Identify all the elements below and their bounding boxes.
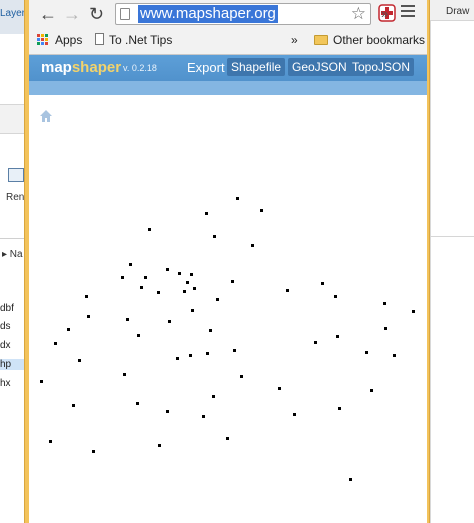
browser-toolbar: ← → ↻ www.mapshaper.org ☆ » Apps To .Net…	[29, 0, 427, 55]
url-text[interactable]: www.mapshaper.org	[138, 5, 278, 23]
map-point	[189, 354, 192, 357]
browser-window: ← → ↻ www.mapshaper.org ☆ » Apps To .Net…	[24, 0, 430, 523]
map-point	[87, 315, 90, 318]
extensions-overflow-icon[interactable]: »	[381, 6, 388, 21]
bookmarks-bar: Apps To .Net Tips » Other bookmarks	[29, 30, 427, 52]
map-point	[216, 298, 219, 301]
page-icon	[120, 8, 130, 20]
map-point	[148, 228, 151, 231]
map-point	[251, 244, 254, 247]
map-point	[85, 295, 88, 298]
bookmark-star-icon[interactable]: ☆	[351, 4, 366, 24]
map-point	[205, 212, 208, 215]
map-point	[49, 440, 52, 443]
mapshaper-page: mapshaper v. 0.2.18 Export Shapefile Geo…	[29, 55, 427, 523]
background-nav-label: ▸ Na	[2, 249, 23, 260]
forward-arrow-icon[interactable]: →	[63, 5, 81, 23]
address-bar[interactable]: www.mapshaper.org ☆	[115, 3, 371, 25]
map-point	[54, 342, 57, 345]
rename-icon	[8, 168, 24, 182]
map-point	[206, 352, 209, 355]
map-point	[213, 235, 216, 238]
map-point	[336, 335, 339, 338]
map-point	[412, 310, 415, 313]
map-point	[209, 329, 212, 332]
map-point	[144, 276, 147, 279]
map-point	[233, 349, 236, 352]
map-point	[278, 387, 281, 390]
map-point	[286, 289, 289, 292]
map-point	[293, 413, 296, 416]
map-point	[121, 276, 124, 279]
background-rename-label[interactable]: Ren	[6, 192, 24, 203]
other-bookmarks[interactable]: Other bookmarks	[333, 32, 425, 48]
map-point	[260, 209, 263, 212]
background-layer-tab[interactable]: Layer	[0, 8, 25, 19]
map-point	[157, 291, 160, 294]
background-draw-tab[interactable]: Draw	[446, 6, 469, 17]
map-point	[158, 444, 161, 447]
bookmark-net-tips[interactable]: To .Net Tips	[109, 32, 172, 48]
map-point	[168, 320, 171, 323]
document-icon	[95, 33, 104, 45]
map-point	[202, 415, 205, 418]
map-point	[349, 478, 352, 481]
map-point	[236, 197, 239, 200]
map-point	[136, 402, 139, 405]
map-point	[178, 272, 181, 275]
background-right-divider	[430, 20, 474, 21]
map-point	[140, 286, 143, 289]
map-point	[193, 287, 196, 290]
map-point	[186, 281, 189, 284]
map-point	[321, 282, 324, 285]
map-point	[240, 375, 243, 378]
map-point	[78, 359, 81, 362]
map-point	[72, 404, 75, 407]
map-point	[126, 318, 129, 321]
map-point	[212, 395, 215, 398]
map-point	[166, 410, 169, 413]
map-point	[166, 268, 169, 271]
map-point	[338, 407, 341, 410]
map-point	[334, 295, 337, 298]
background-file-row[interactable]: ds	[0, 321, 11, 332]
map-point	[123, 373, 126, 376]
map-point	[365, 351, 368, 354]
map-point	[92, 450, 95, 453]
map-point	[137, 334, 140, 337]
map-point	[383, 302, 386, 305]
map-point	[176, 357, 179, 360]
reload-icon[interactable]: ↻	[89, 5, 104, 23]
map-canvas[interactable]	[29, 55, 427, 523]
map-point	[384, 327, 387, 330]
map-point	[393, 354, 396, 357]
map-point	[231, 280, 234, 283]
folder-icon	[314, 35, 328, 45]
background-file-row[interactable]: hx	[0, 378, 11, 389]
map-point	[226, 437, 229, 440]
map-point	[129, 263, 132, 266]
map-point	[67, 328, 70, 331]
map-point	[370, 389, 373, 392]
browser-menu-icon[interactable]	[401, 5, 415, 20]
background-right-panel	[430, 0, 474, 523]
map-point	[190, 273, 193, 276]
background-right-divider	[430, 236, 474, 237]
back-arrow-icon[interactable]: ←	[39, 5, 57, 23]
map-point	[191, 309, 194, 312]
map-point	[314, 341, 317, 344]
map-point	[40, 380, 43, 383]
bookmarks-overflow[interactable]: »	[291, 32, 298, 48]
bookmark-apps[interactable]: Apps	[55, 32, 82, 48]
background-file-row[interactable]: dx	[0, 340, 11, 351]
background-file-row[interactable]: dbf	[0, 303, 14, 314]
apps-icon[interactable]	[37, 34, 49, 46]
map-point	[183, 290, 186, 293]
